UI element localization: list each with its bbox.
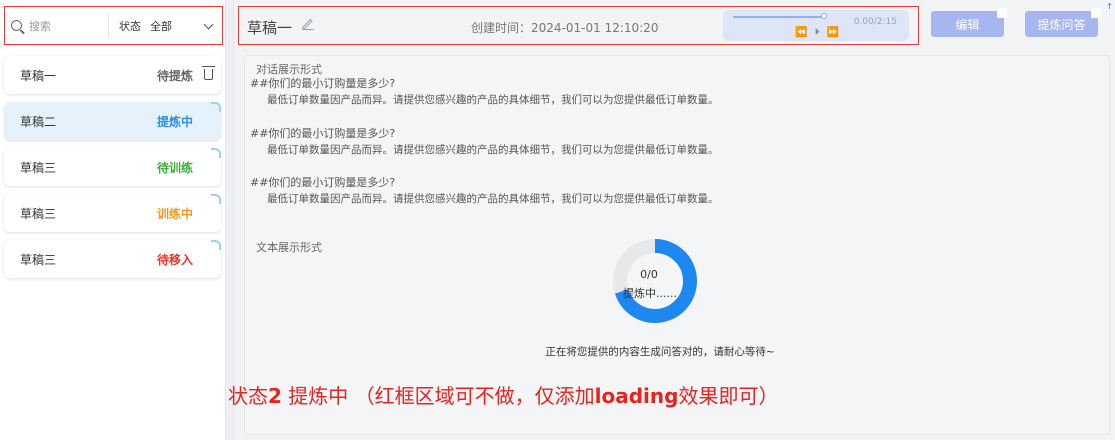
filter-bar: 搜索 状态 全部 <box>4 6 223 45</box>
badge-icon <box>1091 8 1101 18</box>
audio-progress-handle[interactable] <box>821 13 827 19</box>
status-filter-label: 状态 <box>119 19 141 33</box>
annotation-part: 状态 <box>228 384 268 408</box>
list-item-draft-1[interactable]: 草稿一 待提炼 <box>4 56 221 94</box>
list-item-name: 草稿三 <box>20 252 57 267</box>
extract-qa-button-label: 提炼问答 <box>1037 17 1086 32</box>
search-icon <box>11 20 22 31</box>
qa-question: ##你们的最小订购量是多少? <box>250 176 396 189</box>
text-section-title: 文本展示形式 <box>256 241 322 254</box>
audio-progress-track[interactable] <box>733 16 823 18</box>
trash-icon[interactable] <box>202 66 215 80</box>
content-area: 对话展示形式 ##你们的最小订购量是多少? 最低订单数量因产品而异。请提供您感兴… <box>244 55 1110 435</box>
qa-answer: 最低订单数量因产品而异。请提供您感兴趣的产品的具体细节，我们可以为您提供最低订单… <box>267 193 719 205</box>
list-item-status: 提炼中 <box>156 114 193 129</box>
chevron-down-icon[interactable] <box>203 19 214 30</box>
list-item-name: 草稿三 <box>20 206 57 221</box>
search-input[interactable]: 搜索 <box>11 13 109 38</box>
audio-controls[interactable]: ⏪ ⏵ ⏩ <box>795 27 841 38</box>
annotation-part: 2 <box>268 384 282 408</box>
corner-arrow-icon: ↑ <box>1106 2 1113 11</box>
annotation-note: 状态2 提炼中 （红框区域可不做，仅添加loading效果即可） <box>228 380 778 409</box>
processing-label: 提炼中...... <box>623 287 677 300</box>
edit-button[interactable]: 编辑 <box>931 8 1007 37</box>
created-time: 创建时间：2024-01-01 12:10:20 <box>471 21 659 35</box>
page-title: 草稿一 <box>247 19 293 37</box>
corner-marker-icon <box>211 194 221 204</box>
audio-time: 0.00/2:15 <box>853 17 897 27</box>
list-item-status: 训练中 <box>156 206 193 221</box>
list-item-draft-5[interactable]: 草稿三 待移入 <box>4 240 221 278</box>
corner-marker-icon <box>211 148 221 158</box>
progress-count: 0/0 <box>640 268 658 281</box>
annotation-part: 提炼中 （红框区域可不做，仅添加 <box>281 384 595 408</box>
list-item-name: 草稿一 <box>20 68 57 83</box>
qa-question: ##你们的最小订购量是多少? <box>250 127 396 140</box>
extract-qa-button[interactable]: 提炼问答 <box>1025 8 1101 37</box>
list-item-status: 待移入 <box>156 252 193 267</box>
qa-question: ##你们的最小订购量是多少? <box>250 77 396 90</box>
list-item-status: 待训练 <box>156 160 193 175</box>
detail-header: 草稿一 创建时间：2024-01-01 12:10:20 0.00/2:15 ⏪… <box>238 6 919 45</box>
list-item-draft-3[interactable]: 草稿三 待训练 <box>4 148 221 186</box>
corner-marker-icon <box>211 102 221 112</box>
corner-marker-icon <box>211 240 221 250</box>
list-item-name: 草稿二 <box>20 114 57 129</box>
badge-icon <box>997 8 1007 18</box>
edit-pencil-icon[interactable] <box>301 16 315 30</box>
sidebar: 搜索 状态 全部 草稿一 待提炼 草稿二 提炼中 草稿三 待训练 草稿三 训练中… <box>0 0 226 440</box>
wait-message: 正在将您提供的内容生成问答对的，请耐心等待~ <box>545 346 775 358</box>
qa-answer: 最低订单数量因产品而异。请提供您感兴趣的产品的具体细节，我们可以为您提供最低订单… <box>267 144 719 156</box>
main-panel: 草稿一 创建时间：2024-01-01 12:10:20 0.00/2:15 ⏪… <box>233 0 1115 440</box>
list-item-draft-4[interactable]: 草稿三 训练中 <box>4 194 221 232</box>
edit-button-label: 编辑 <box>955 17 980 32</box>
search-placeholder: 搜索 <box>29 19 51 33</box>
list-item-name: 草稿三 <box>20 160 57 175</box>
list-item-status: 待提炼 <box>156 68 193 83</box>
audio-player[interactable]: 0.00/2:15 ⏪ ⏵ ⏩ <box>723 10 909 41</box>
annotation-part: loading <box>594 384 679 408</box>
status-filter-select[interactable]: 全部 <box>150 18 172 34</box>
annotation-part: 效果即可） <box>678 384 779 408</box>
list-item-draft-2[interactable]: 草稿二 提炼中 <box>4 102 221 140</box>
loading-spinner <box>613 239 697 323</box>
qa-answer: 最低订单数量因产品而异。请提供您感兴趣的产品的具体细节，我们可以为您提供最低订单… <box>267 94 719 106</box>
